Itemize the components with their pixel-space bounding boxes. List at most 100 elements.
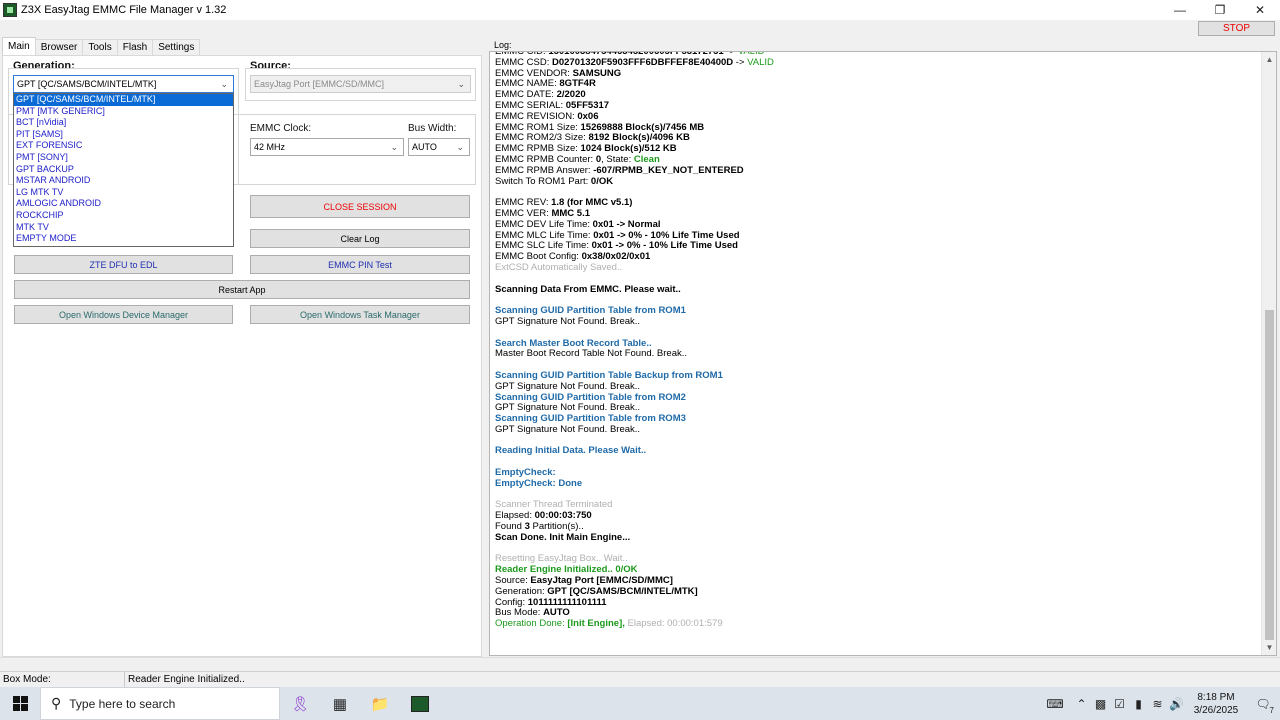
generation-option[interactable]: GPT BACKUP	[14, 164, 233, 176]
log-text: Bus Mode:	[495, 608, 544, 619]
log-text: EMMC MLC Life Time:	[495, 230, 594, 241]
generation-selected-value: GPT [QC/SAMS/BCM/INTEL/MTK]	[17, 79, 157, 89]
clear-log-button[interactable]: Clear Log	[250, 229, 470, 248]
log-line: EMMC REV: 1.8 (for MMC v5.1)	[495, 198, 1260, 209]
tab-settings[interactable]: Settings	[152, 39, 201, 55]
log-text: 8192 Block(s)/4096 KB	[588, 133, 690, 144]
log-line: EMMC Boot Config: 0x38/0x02/0x01	[495, 252, 1260, 263]
security-icon[interactable]: ☑	[1110, 697, 1129, 711]
battery-icon[interactable]: ▮	[1129, 697, 1148, 711]
log-text: Scanning GUID Partition Table from ROM2	[495, 392, 686, 403]
close-window-button[interactable]: ✕	[1240, 0, 1280, 20]
tab-main[interactable]: Main	[2, 37, 36, 55]
log-text: Config:	[495, 597, 528, 608]
taskbar-search-box[interactable]: ⚲ Type here to search	[40, 687, 280, 720]
chevron-down-icon: ⌄	[390, 142, 398, 152]
chevron-down-icon: ⌄	[457, 79, 465, 89]
notification-icon[interactable]: 🗨 7	[1246, 697, 1280, 715]
log-panel[interactable]: EMMC CID: 15010038475446345200605FF53172…	[489, 51, 1277, 656]
log-text: EMMC REV:	[495, 198, 552, 209]
log-text: 8GTF4R	[559, 79, 596, 90]
horizontal-scrollbar[interactable]	[0, 657, 1280, 671]
task-view-icon[interactable]: ▦	[320, 687, 360, 720]
generation-option[interactable]: BCT [nVidia]	[14, 117, 233, 129]
log-line: Search Master Boot Record Table..	[495, 339, 1260, 350]
log-line: EMMC SERIAL: 05FF5317	[495, 101, 1260, 112]
generation-option[interactable]: MSTAR ANDROID	[14, 175, 233, 187]
log-scrollbar[interactable]: ▲ ▼	[1261, 52, 1276, 655]
generation-option[interactable]: GPT [QC/SAMS/BCM/INTEL/MTK]	[14, 94, 233, 106]
ribbon-icon[interactable]: 🎗	[280, 687, 320, 720]
generation-option[interactable]: ROCKCHIP	[14, 210, 233, 222]
generation-dropdown-list: GPT [QC/SAMS/BCM/INTEL/MTK] PMT [MTK GEN…	[13, 93, 234, 247]
emmc-pin-test-button[interactable]: EMMC PIN Test	[250, 255, 470, 274]
log-text: EMMC RPMB Counter:	[495, 154, 596, 165]
stop-button[interactable]: STOP	[1198, 21, 1275, 36]
chevron-down-icon: ⌄	[456, 142, 464, 152]
log-line: EMMC VENDOR: SAMSUNG	[495, 69, 1260, 80]
tab-flash[interactable]: Flash	[116, 39, 154, 55]
file-explorer-icon[interactable]: 📁	[360, 687, 400, 720]
generation-option[interactable]: PMT [SONY]	[14, 152, 233, 164]
log-text: 1.8 (for MMC v5.1)	[551, 198, 633, 209]
tab-browser[interactable]: Browser	[34, 39, 84, 55]
log-text: ->	[723, 51, 738, 57]
log-line: Elapsed: 00:00:03:750	[495, 511, 1260, 522]
tab-tools[interactable]: Tools	[82, 39, 118, 55]
close-session-button[interactable]: CLOSE SESSION	[250, 195, 470, 218]
log-line: EMMC SLC Life Time: 0x01 -> 0% - 10% Lif…	[495, 241, 1260, 252]
log-line: Scan Done. Init Main Engine...	[495, 533, 1260, 544]
minimize-button[interactable]: —	[1160, 0, 1200, 20]
log-line: Master Boot Record Table Not Found. Brea…	[495, 349, 1260, 360]
emmc-clock-label: EMMC Clock:	[250, 123, 312, 134]
log-text: GPT Signature Not Found. Break..	[495, 403, 641, 414]
log-text: 0x06	[577, 111, 599, 122]
bus-width-select[interactable]: AUTO ⌄	[408, 138, 470, 156]
log-line: Config: 1011111111101111	[495, 598, 1260, 609]
scroll-down-icon[interactable]: ▼	[1262, 640, 1276, 655]
volume-icon[interactable]: 🔊	[1167, 697, 1186, 711]
source-select[interactable]: EasyJtag Port [EMMC/SD/MMC] ⌄	[250, 75, 471, 93]
device-manager-button[interactable]: Open Windows Device Manager	[14, 305, 233, 324]
log-text: EMMC RPMB Answer:	[495, 165, 594, 176]
generation-select[interactable]: GPT [QC/SAMS/BCM/INTEL/MTK] ⌄	[13, 75, 234, 93]
chevron-up-icon[interactable]: ⌃	[1072, 697, 1091, 711]
keyboard-icon[interactable]: ⌨	[1038, 697, 1072, 711]
generation-option[interactable]: EXT FORENSIC	[14, 140, 233, 152]
start-button[interactable]	[0, 687, 40, 720]
task-manager-button[interactable]: Open Windows Task Manager	[250, 305, 470, 324]
app-icon	[3, 3, 17, 17]
generation-option[interactable]: EMPTY MODE	[14, 233, 233, 245]
generation-option[interactable]: PIT [SAMS]	[14, 129, 233, 141]
log-text: Scanning GUID Partition Table from ROM1	[495, 306, 686, 317]
log-line: Source: EasyJtag Port [EMMC/SD/MMC]	[495, 576, 1260, 587]
emmc-clock-value: 42 MHz	[254, 142, 286, 152]
scroll-up-icon[interactable]: ▲	[1262, 52, 1276, 67]
restart-app-button[interactable]: Restart App	[14, 280, 470, 299]
log-text: Source:	[495, 576, 531, 587]
bus-width-value: AUTO	[412, 142, 437, 152]
restore-button[interactable]: ❐	[1200, 0, 1240, 20]
clock[interactable]: 8:18 PM 3/26/2025	[1186, 691, 1246, 717]
log-text: GPT Signature Not Found. Break..	[495, 316, 641, 327]
zte-dfu-button[interactable]: ZTE DFU to EDL	[14, 255, 233, 274]
scroll-thumb[interactable]	[1265, 310, 1274, 640]
log-text: 15269888 Block(s)/7456 MB	[580, 122, 705, 133]
generation-option[interactable]: PMT [MTK GENERIC]	[14, 106, 233, 118]
generation-option[interactable]: AMLOGIC ANDROID	[14, 198, 233, 210]
generation-option[interactable]: MTK TV	[14, 222, 233, 234]
clock-date: 3/26/2025	[1193, 704, 1239, 716]
log-line: EMMC RPMB Answer: -607/RPMB_KEY_NOT_ENTE…	[495, 166, 1260, 177]
device-icon[interactable]: ▩	[1091, 697, 1110, 711]
emmc-clock-select[interactable]: 42 MHz ⌄	[250, 138, 404, 156]
wifi-icon[interactable]: ≋	[1148, 697, 1167, 711]
z3x-app-taskbar-icon[interactable]	[400, 687, 440, 720]
log-text: GPT [QC/SAMS/BCM/INTEL/MTK]	[547, 586, 698, 597]
generation-option[interactable]: LG MTK TV	[14, 187, 233, 199]
log-text: EMMC CSD:	[495, 57, 552, 68]
log-line: EMMC CID: 15010038475446345200605FF53172…	[495, 51, 1260, 58]
log-line: Operation Done: [Init Engine], Elapsed: …	[495, 619, 1260, 630]
